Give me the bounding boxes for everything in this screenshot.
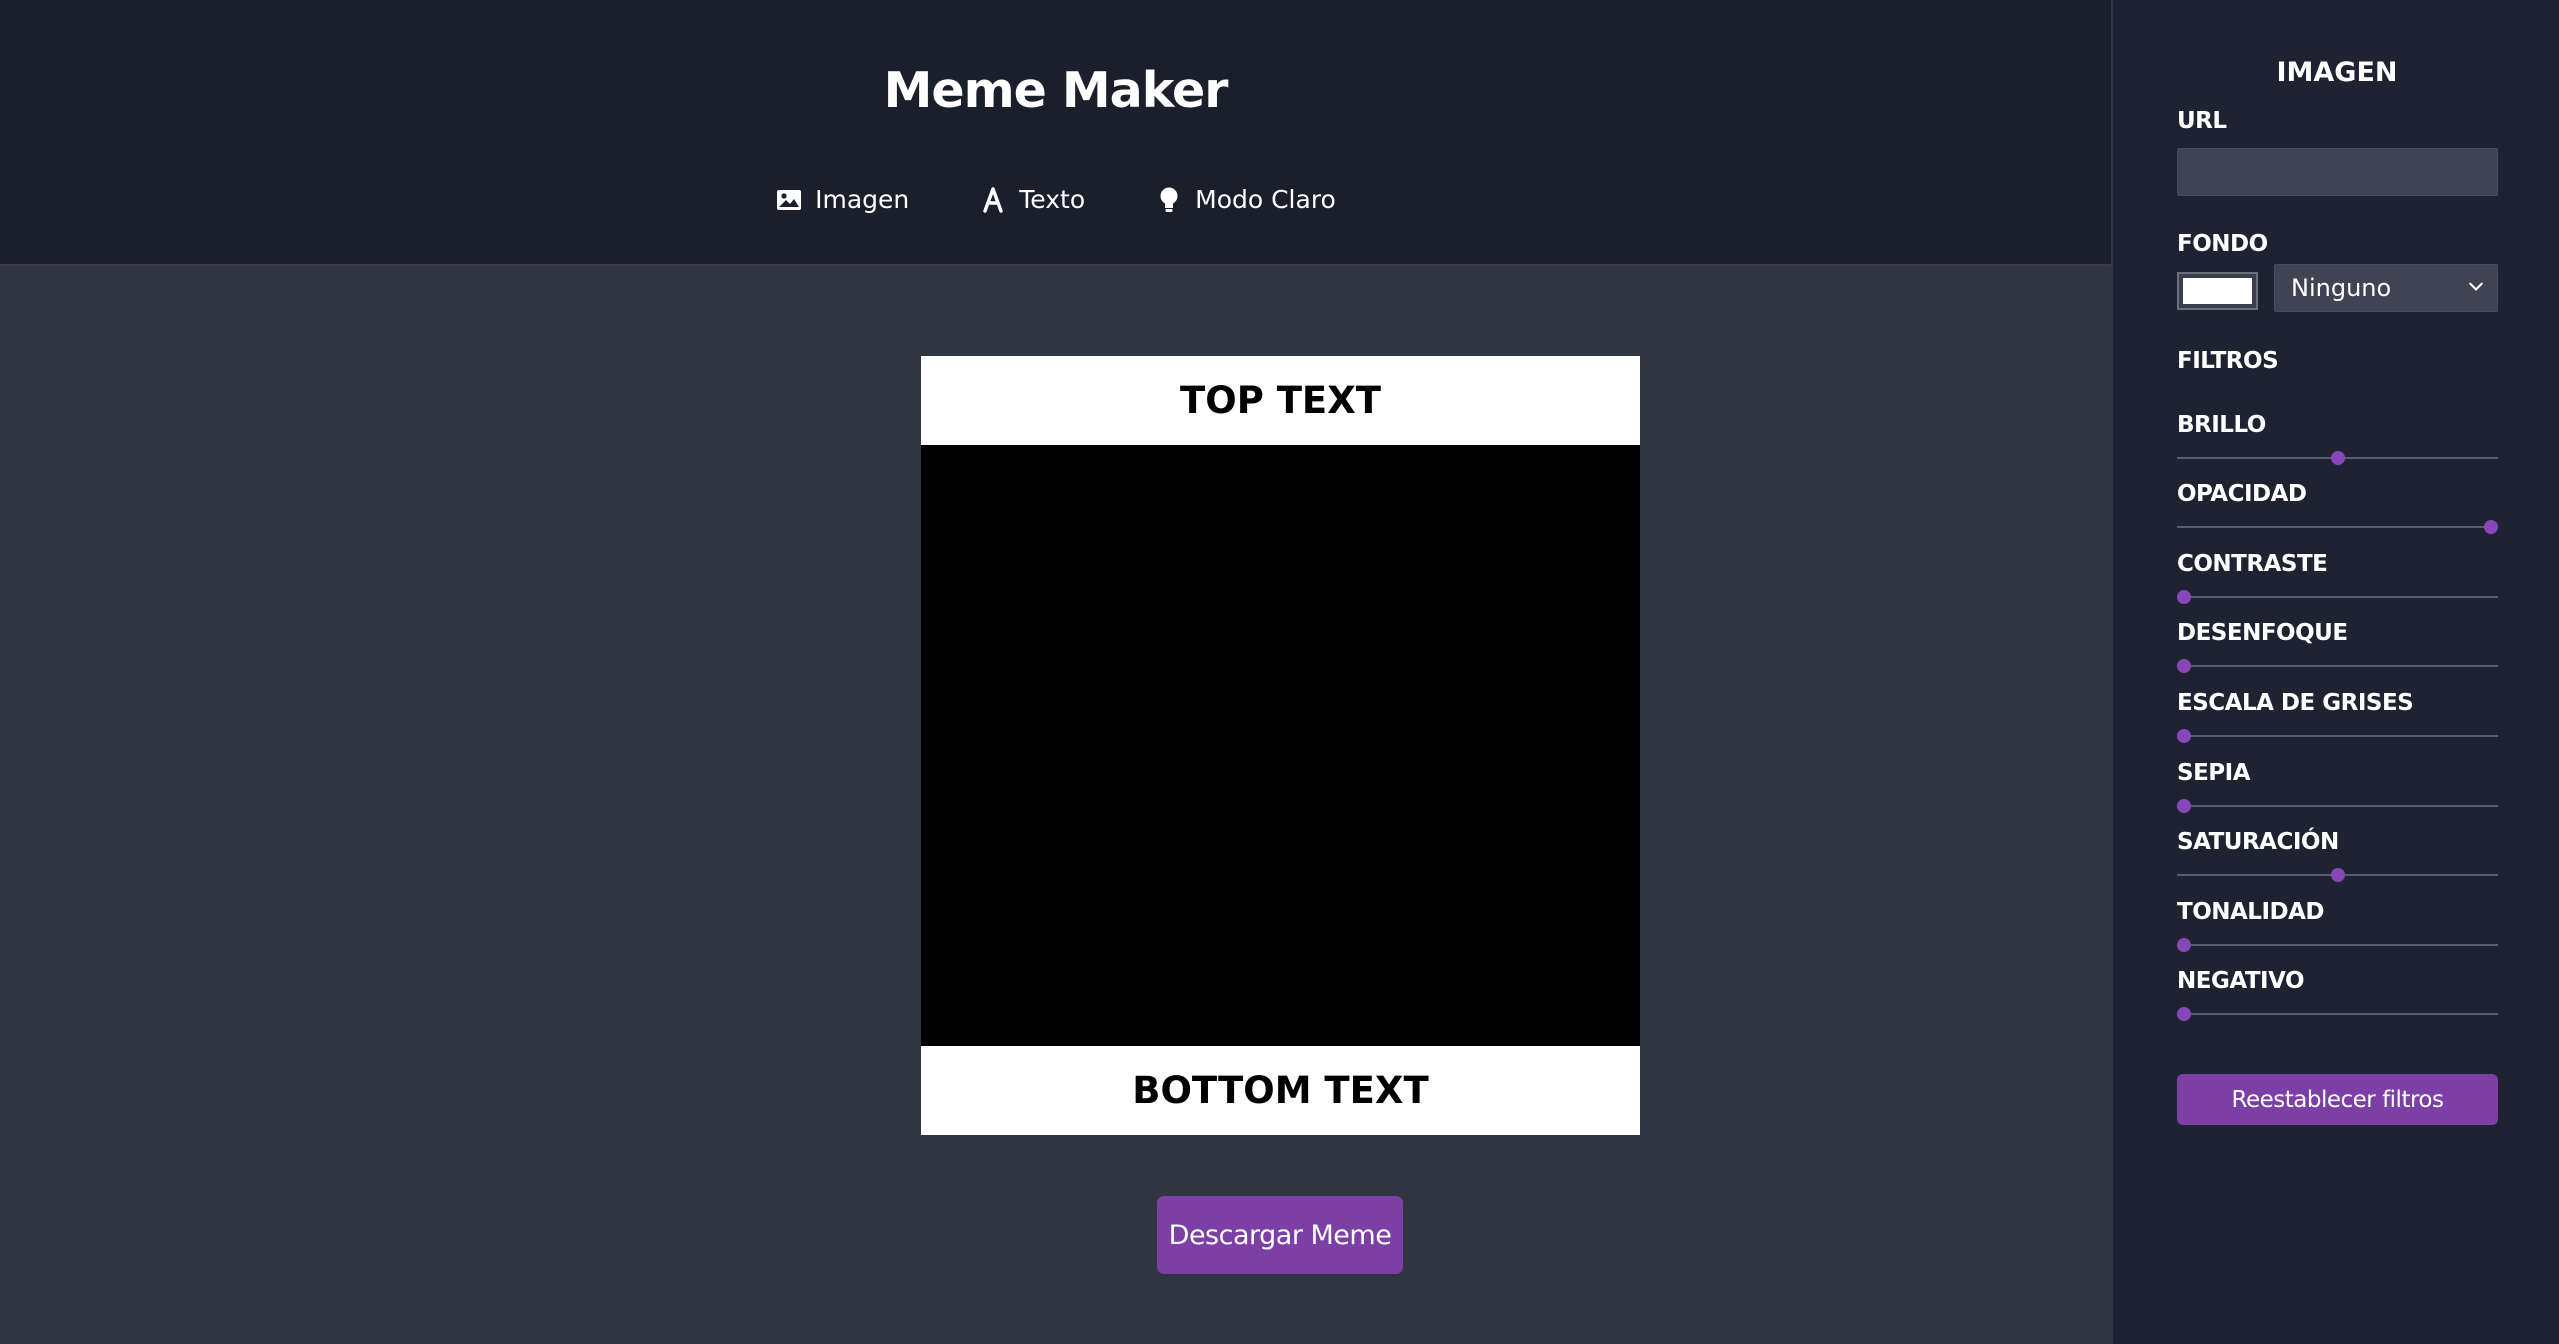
nav-texto[interactable]: Texto: [979, 185, 1085, 214]
background-label: FONDO: [2177, 231, 2268, 257]
app-title: Meme Maker: [883, 62, 1229, 119]
slider-thumb[interactable]: [2177, 590, 2191, 604]
slider-negativo[interactable]: [2177, 1007, 2498, 1021]
filters-label: FILTROS: [2177, 348, 2279, 374]
slider-opacidad[interactable]: [2177, 520, 2498, 534]
slider-track: [2177, 526, 2498, 528]
meme-top-text: TOP TEXT: [921, 356, 1640, 445]
slider-track: [2177, 944, 2498, 946]
slider-thumb[interactable]: [2177, 659, 2191, 673]
main-nav: Imagen Texto Modo Claro: [0, 185, 2111, 214]
nav-modo-claro[interactable]: Modo Claro: [1155, 185, 1336, 214]
filter-label-desenfoque: DESENFOQUE: [2177, 620, 2348, 646]
slider-thumb[interactable]: [2330, 868, 2345, 882]
meme-canvas: TOP TEXT BOTTOM TEXT: [921, 356, 1640, 1135]
background-color-swatch: [2183, 278, 2252, 304]
reset-filters-button[interactable]: Reestablecer filtros: [2177, 1074, 2498, 1125]
nav-imagen-label: Imagen: [815, 185, 910, 214]
background-color-picker[interactable]: [2177, 272, 2258, 310]
filter-label-brillo: BRILLO: [2177, 412, 2266, 438]
font-icon: [979, 186, 1007, 214]
image-icon: [775, 186, 803, 214]
lightbulb-icon: [1155, 186, 1183, 214]
download-meme-button[interactable]: Descargar Meme: [1157, 1196, 1403, 1274]
meme-image: [921, 445, 1640, 1046]
filter-label-tonalidad: TONALIDAD: [2177, 899, 2325, 925]
slider-contraste[interactable]: [2177, 590, 2498, 604]
chevron-down-icon: [2468, 276, 2484, 291]
meme-bottom-text: BOTTOM TEXT: [921, 1046, 1640, 1135]
main-area: TOP TEXT BOTTOM TEXT Descargar Meme: [0, 266, 2111, 1344]
slider-desenfoque[interactable]: [2177, 659, 2498, 673]
filter-label-opacidad: OPACIDAD: [2177, 481, 2307, 507]
slider-brillo[interactable]: [2177, 451, 2498, 465]
url-input[interactable]: [2177, 148, 2498, 196]
slider-tonalidad[interactable]: [2177, 938, 2498, 952]
blend-mode-select[interactable]: Ninguno: [2274, 264, 2498, 312]
slider-track: [2177, 735, 2498, 737]
blend-mode-value: Ninguno: [2291, 274, 2392, 302]
filter-label-sepia: SEPIA: [2177, 760, 2251, 786]
slider-thumb[interactable]: [2484, 520, 2498, 534]
nav-modo-claro-label: Modo Claro: [1195, 185, 1336, 214]
slider-thumb[interactable]: [2177, 1007, 2191, 1021]
url-label: URL: [2177, 108, 2227, 134]
nav-texto-label: Texto: [1019, 185, 1086, 214]
slider-thumb[interactable]: [2330, 451, 2345, 465]
filter-label-negativo: NEGATIVO: [2177, 968, 2305, 994]
image-panel: IMAGEN URL FONDO Ninguno FILTROS BRILLO …: [2111, 0, 2559, 1344]
slider-thumb[interactable]: [2177, 799, 2191, 813]
slider-track: [2177, 1013, 2498, 1015]
slider-grises[interactable]: [2177, 729, 2498, 743]
slider-saturacion[interactable]: [2177, 868, 2498, 882]
slider-thumb[interactable]: [2177, 729, 2191, 743]
filter-label-contraste: CONTRASTE: [2177, 551, 2328, 577]
slider-track: [2177, 596, 2498, 598]
slider-track: [2177, 805, 2498, 807]
nav-imagen[interactable]: Imagen: [775, 185, 909, 214]
slider-thumb[interactable]: [2177, 938, 2191, 952]
filter-label-grises: ESCALA DE GRISES: [2177, 690, 2414, 716]
filter-label-saturacion: SATURACIÓN: [2177, 829, 2339, 855]
app-header: Meme Maker Imagen Texto Modo Claro: [0, 0, 2111, 266]
slider-sepia[interactable]: [2177, 799, 2498, 813]
panel-title: IMAGEN: [2276, 57, 2398, 88]
slider-track: [2177, 665, 2498, 667]
